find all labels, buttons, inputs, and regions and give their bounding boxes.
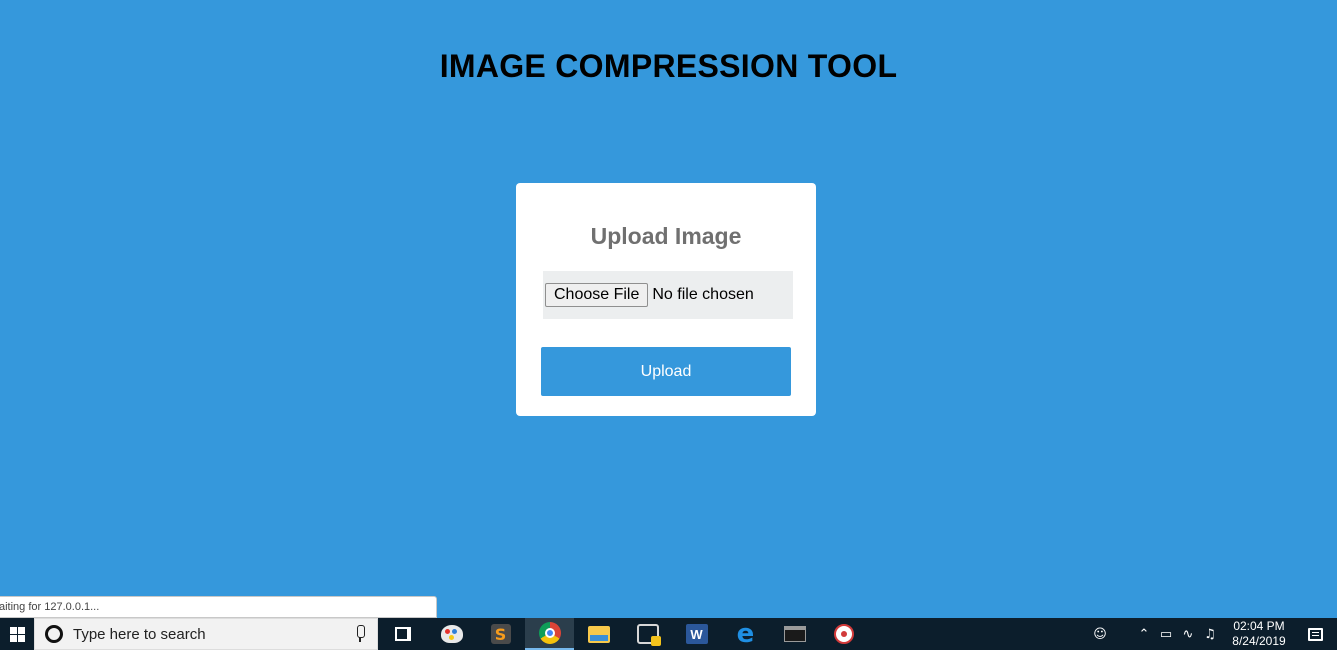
upload-card-heading: Upload Image <box>590 223 742 249</box>
battery-icon[interactable]: ▭ <box>1155 618 1177 650</box>
chrome-icon <box>538 622 561 644</box>
taskbar-app-word[interactable]: W <box>672 618 721 650</box>
task-view-icon <box>394 627 411 641</box>
spider-icon <box>833 624 854 644</box>
upload-card: Upload Image Choose File No file chosen … <box>516 183 816 416</box>
page-title: IMAGE COMPRESSION TOOL <box>439 48 898 84</box>
action-center-button[interactable] <box>1293 618 1337 650</box>
word-icon: W <box>685 624 708 644</box>
taskbar-app-sublime-text[interactable]: S <box>476 618 525 650</box>
taskbar-search-box[interactable]: Type here to search <box>34 618 378 650</box>
people-icon[interactable]: ☺ <box>1089 618 1111 650</box>
tray-spacer <box>1111 618 1133 650</box>
taskbar-app-edge[interactable]: e <box>721 618 770 650</box>
python-icon <box>636 624 661 646</box>
microphone-icon[interactable] <box>353 625 367 643</box>
edge-icon: e <box>736 619 755 649</box>
choose-file-button[interactable]: Choose File <box>545 283 649 307</box>
wifi-icon[interactable]: ∿ <box>1177 618 1199 650</box>
taskbar-app-terminal[interactable] <box>770 618 819 650</box>
taskbar-app-spider[interactable] <box>819 618 868 650</box>
taskbar-app-chrome[interactable] <box>525 618 574 650</box>
chevron-up-icon[interactable]: ⌃ <box>1133 618 1155 650</box>
folder-icon <box>587 625 610 643</box>
taskbar-app-python[interactable] <box>623 618 672 650</box>
system-tray: ☺ ⌃ ▭ ∿ ♫ 02:04 PM 8/24/2019 <box>1089 618 1337 650</box>
windows-logo-icon <box>9 626 25 642</box>
taskbar-app-file-explorer[interactable] <box>574 618 623 650</box>
upload-button[interactable]: Upload <box>541 347 791 396</box>
taskbar-app-paint[interactable] <box>427 618 476 650</box>
clock[interactable]: 02:04 PM 8/24/2019 <box>1225 619 1293 649</box>
task-view-button[interactable] <box>378 618 427 650</box>
browser-status-bubble: aiting for 127.0.0.1... <box>0 596 437 618</box>
search-placeholder: Type here to search <box>73 625 206 643</box>
notification-icon <box>1307 627 1323 641</box>
volume-icon[interactable]: ♫ <box>1199 618 1221 650</box>
file-status: No file chosen <box>652 286 754 303</box>
clock-date: 8/24/2019 <box>1232 634 1286 648</box>
file-input[interactable]: Choose File No file chosen <box>543 271 793 319</box>
sublime-text-icon: S <box>490 624 511 644</box>
cortana-icon <box>45 625 63 643</box>
terminal-icon <box>783 626 806 642</box>
start-button[interactable] <box>0 618 34 650</box>
paint-icon <box>440 625 463 643</box>
taskbar: Type here to search S W e ☺ ⌃ ▭ ∿ ♫ 02:0… <box>0 618 1337 650</box>
clock-time: 02:04 PM <box>1233 619 1285 633</box>
